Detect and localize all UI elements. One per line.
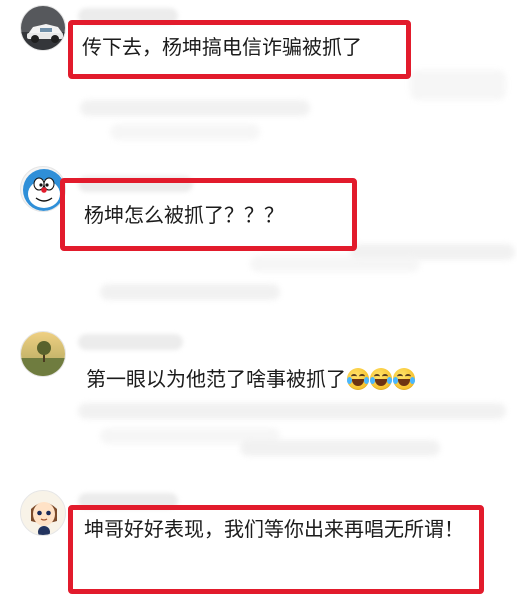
comment-4: 坤哥好好表现，我们等你出来再唱无所谓！ [0, 485, 517, 596]
blurred-line [78, 403, 506, 419]
blurred-line [100, 284, 280, 300]
comment-body: 第一眼以为他范了啥事被抓了 [86, 367, 346, 391]
car-avatar[interactable] [20, 5, 66, 51]
comment-text: 坤哥好好表现，我们等你出来再唱无所谓！ [84, 517, 464, 541]
username-blurred [78, 334, 183, 350]
comment-text: 传下去，杨坤搞电信诈骗被抓了 [82, 35, 362, 59]
comment-2: 杨坤怎么被抓了？？？ [0, 160, 517, 310]
blurred-line [110, 124, 260, 140]
comment-1: 传下去，杨坤搞电信诈骗被抓了 [0, 0, 517, 160]
blurred-line [410, 70, 506, 100]
laugh-cry-emoji [347, 368, 369, 390]
comment-3: 第一眼以为他范了啥事被抓了 [0, 310, 517, 485]
comment-text: 第一眼以为他范了啥事被抓了 [86, 365, 415, 394]
laugh-cry-emoji [393, 368, 415, 390]
comment-text: 杨坤怎么被抓了？？？ [84, 203, 284, 227]
landscape-avatar[interactable] [20, 331, 66, 377]
blurred-line [80, 100, 310, 116]
cartoon-avatar[interactable] [20, 490, 66, 536]
laugh-cry-emoji [370, 368, 392, 390]
blurred-line [250, 256, 420, 272]
blurred-line [240, 440, 440, 456]
